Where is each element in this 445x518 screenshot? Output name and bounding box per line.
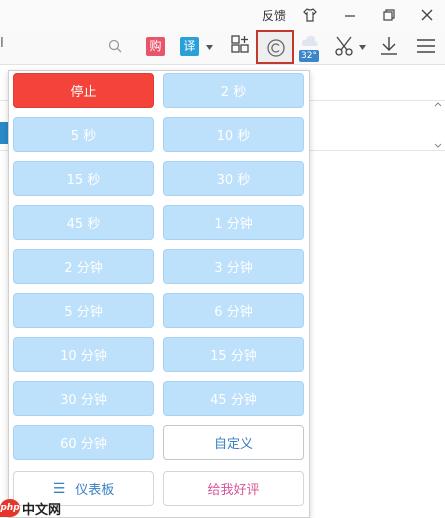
weather-cloud-icon[interactable] bbox=[301, 34, 319, 48]
interval-option[interactable]: 15 分钟 bbox=[163, 337, 304, 372]
interval-option[interactable]: 45 秒 bbox=[13, 205, 154, 240]
page-scroll-arrows[interactable] bbox=[431, 100, 445, 150]
restore-icon[interactable] bbox=[382, 8, 396, 22]
browser-toolbar: I 购 译 bbox=[0, 30, 445, 65]
interval-option[interactable]: 30 分钟 bbox=[13, 381, 154, 416]
list-icon: ☰ bbox=[52, 480, 66, 497]
weather-temperature[interactable]: 32° bbox=[299, 50, 319, 62]
interval-option[interactable]: 10 秒 bbox=[163, 117, 304, 152]
interval-option[interactable]: 15 秒 bbox=[13, 161, 154, 196]
minimize-icon[interactable] bbox=[343, 8, 357, 22]
interval-option[interactable]: 10 分钟 bbox=[13, 337, 154, 372]
interval-option[interactable]: 30 秒 bbox=[163, 161, 304, 196]
search-icon[interactable] bbox=[108, 39, 122, 53]
feedback-link[interactable]: 反馈 bbox=[262, 7, 286, 24]
shopping-button[interactable]: 购 bbox=[146, 37, 165, 56]
interval-option[interactable]: 3 分钟 bbox=[163, 249, 304, 284]
watermark-text: 中文网 bbox=[22, 502, 62, 518]
chevron-down-icon[interactable] bbox=[359, 45, 366, 50]
download-icon[interactable] bbox=[377, 34, 401, 58]
shirt-icon[interactable] bbox=[303, 8, 317, 22]
stop-refresh-button[interactable]: 停止 bbox=[13, 73, 154, 108]
rate-us-button[interactable]: 给我好评 bbox=[163, 471, 304, 506]
interval-option[interactable]: 1 分钟 bbox=[163, 205, 304, 240]
auto-refresh-button[interactable] bbox=[256, 30, 294, 64]
php-logo: php bbox=[0, 499, 20, 517]
close-icon[interactable] bbox=[420, 8, 434, 22]
auto-refresh-icon bbox=[267, 39, 285, 57]
menu-icon[interactable] bbox=[414, 34, 438, 58]
interval-option[interactable]: 5 秒 bbox=[13, 117, 154, 152]
custom-interval-button[interactable]: 自定义 bbox=[163, 425, 304, 460]
translate-button[interactable]: 译 bbox=[180, 37, 199, 56]
address-bar-fragment[interactable]: I bbox=[0, 36, 4, 51]
interval-option[interactable]: 5 分钟 bbox=[13, 293, 154, 328]
interval-option[interactable]: 45 分钟 bbox=[163, 381, 304, 416]
interval-option[interactable]: 6 分钟 bbox=[163, 293, 304, 328]
interval-option[interactable]: 2 分钟 bbox=[13, 249, 154, 284]
watermark: php 中文网 bbox=[0, 498, 61, 518]
title-bar: 反馈 bbox=[0, 0, 445, 30]
apps-icon[interactable] bbox=[229, 34, 253, 58]
scissors-icon[interactable] bbox=[333, 34, 357, 58]
interval-option[interactable]: 60 分钟 bbox=[13, 425, 154, 460]
dashboard-label: 仪表板 bbox=[75, 483, 115, 498]
interval-option[interactable]: 2 秒 bbox=[163, 73, 304, 108]
auto-refresh-menu: 停止 2 秒 5 秒 10 秒 15 秒 30 秒 45 秒 1 分钟 2 分钟… bbox=[8, 70, 310, 518]
chevron-down-icon[interactable] bbox=[206, 45, 213, 50]
